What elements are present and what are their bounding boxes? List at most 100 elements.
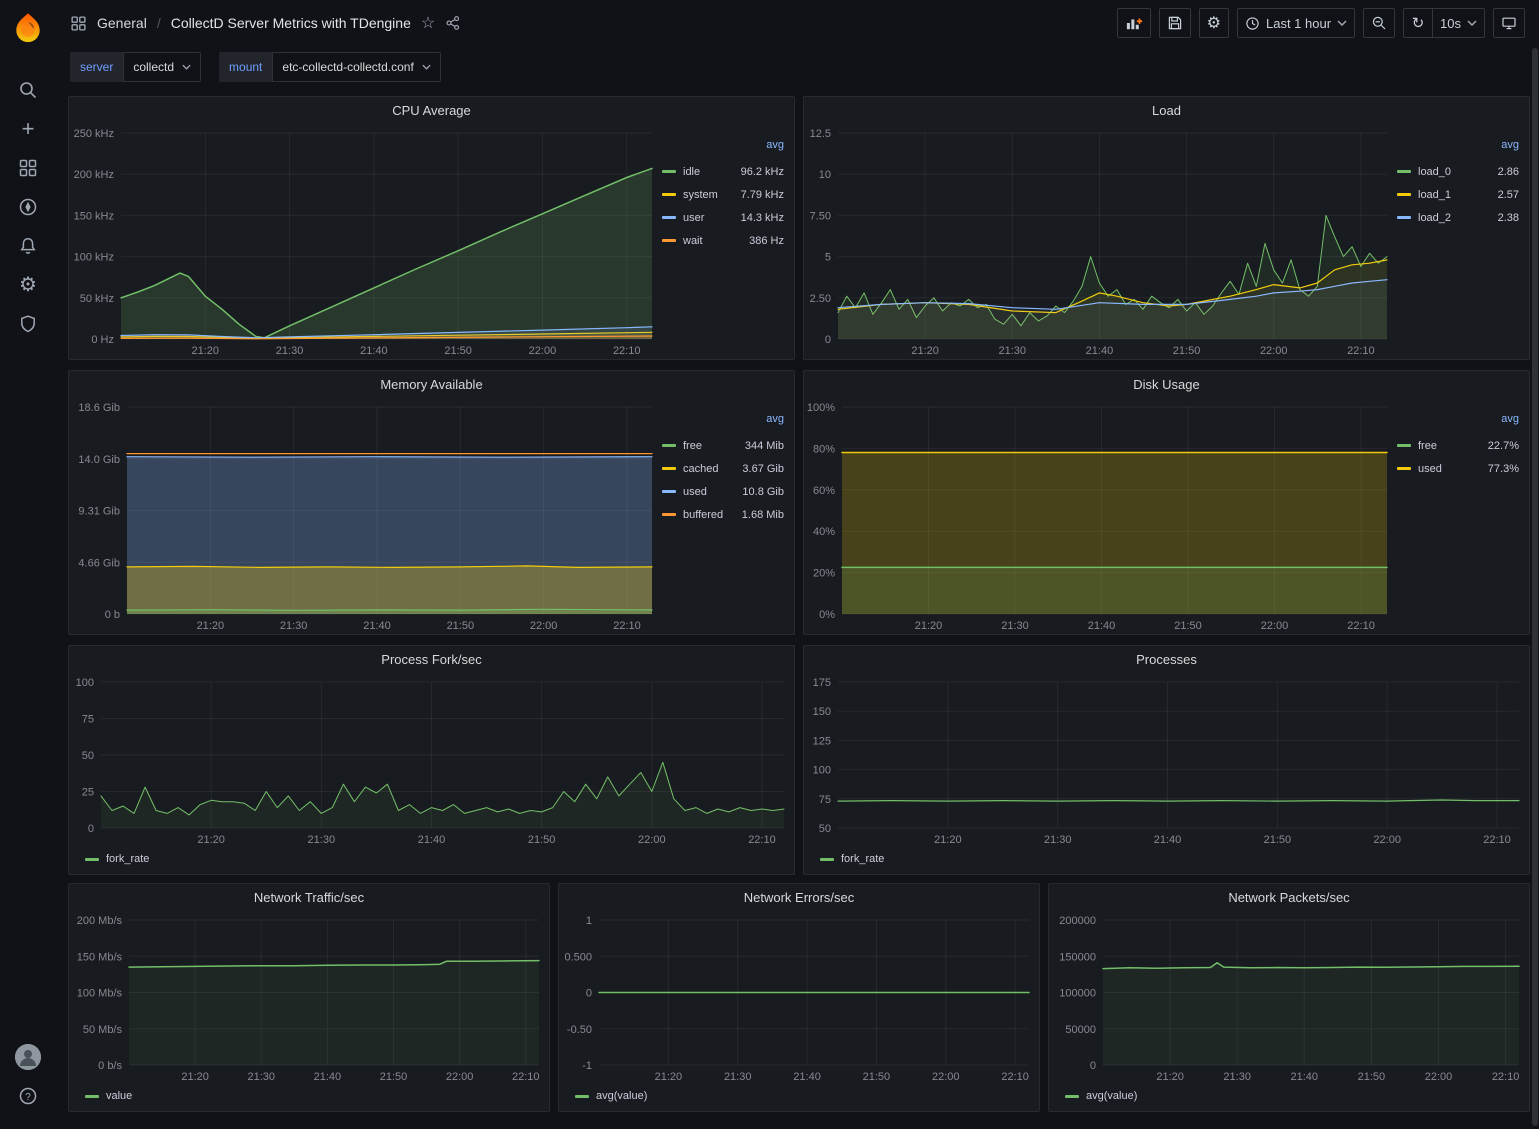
series-color-dash — [85, 1095, 99, 1098]
svg-text:22:10: 22:10 — [512, 1071, 540, 1083]
svg-text:200 kHz: 200 kHz — [74, 169, 114, 181]
svg-text:21:30: 21:30 — [1223, 1071, 1251, 1083]
legend-item-load_2[interactable]: load_22.38 — [1397, 206, 1519, 229]
create-plus-icon[interactable]: + — [6, 109, 50, 148]
series-avg-value: 7.79 kHz — [741, 189, 784, 201]
series-color-dash — [575, 1095, 589, 1098]
panel-title[interactable]: Network Traffic/sec — [69, 884, 549, 912]
panel-title[interactable]: Memory Available — [69, 371, 794, 399]
svg-text:50: 50 — [819, 823, 831, 835]
legend-item-avg-value-[interactable]: avg(value) — [1065, 1086, 1137, 1106]
legend-item-load_1[interactable]: load_12.57 — [1397, 183, 1519, 206]
disk-usage-chart: 21:2021:3021:4021:5022:0022:100%20%40%60… — [804, 399, 1397, 634]
series-color-dash — [662, 239, 676, 242]
legend-item-free[interactable]: free344 Mib — [662, 434, 784, 457]
legend-item-wait[interactable]: wait386 Hz — [662, 229, 784, 252]
server-admin-shield-icon[interactable] — [6, 304, 50, 343]
panel-disk-usage: Disk Usage 21:2021:3021:4021:5022:0022:1… — [803, 370, 1530, 635]
variable-mount-label[interactable]: mount — [219, 52, 272, 82]
chevron-down-icon — [1467, 20, 1477, 26]
help-icon[interactable]: ? — [6, 1076, 50, 1115]
time-range-picker[interactable]: Last 1 hour — [1237, 8, 1355, 38]
chevron-down-icon — [182, 64, 191, 70]
panel-title[interactable]: Network Packets/sec — [1049, 884, 1529, 912]
legend-item-value[interactable]: value — [85, 1086, 132, 1106]
share-dashboard-icon[interactable] — [445, 15, 461, 31]
svg-text:22:10: 22:10 — [1001, 1071, 1029, 1083]
panel-title[interactable]: Processes — [804, 646, 1529, 674]
svg-text:22:00: 22:00 — [446, 1071, 474, 1083]
refresh-button[interactable]: ↻ — [1403, 8, 1433, 38]
legend-item-system[interactable]: system7.79 kHz — [662, 183, 784, 206]
star-glyph: ☆ — [421, 13, 435, 33]
breadcrumb-separator: / — [157, 15, 161, 31]
scrollbar-thumb[interactable] — [1532, 48, 1538, 1126]
legend-item-free[interactable]: free22.7% — [1397, 434, 1519, 457]
svg-text:22:10: 22:10 — [613, 345, 641, 357]
legend-item-used[interactable]: used77.3% — [1397, 457, 1519, 480]
svg-text:18.6 Gib: 18.6 Gib — [78, 402, 120, 414]
variable-mount-value[interactable]: etc-collectd-collectd.conf — [272, 52, 440, 82]
svg-text:21:20: 21:20 — [197, 620, 225, 632]
load-chart: 21:2021:3021:4021:5022:0022:1002.5057.50… — [804, 125, 1397, 359]
legend-item-avg-value-[interactable]: avg(value) — [575, 1086, 647, 1106]
panel-network-errors: Network Errors/sec 21:2021:3021:4021:502… — [558, 883, 1040, 1112]
panel-title[interactable]: CPU Average — [69, 97, 794, 125]
series-color-dash — [820, 858, 834, 861]
series-color-dash — [662, 490, 676, 493]
zoom-out-button[interactable] — [1363, 8, 1395, 38]
panel-title[interactable]: Load — [804, 97, 1529, 125]
explore-compass-icon[interactable] — [6, 187, 50, 226]
svg-text:60%: 60% — [813, 485, 835, 497]
main-area: General / CollectD Server Metrics with T… — [56, 0, 1539, 1129]
variable-server-value[interactable]: collectd — [123, 52, 201, 82]
legend-item-user[interactable]: user14.3 kHz — [662, 206, 784, 229]
gear-glyph: ⚙ — [19, 275, 37, 295]
svg-text:5: 5 — [825, 252, 831, 264]
legend-item-used[interactable]: used10.8 Gib — [662, 480, 784, 503]
add-panel-button[interactable] — [1117, 8, 1151, 38]
svg-text:21:40: 21:40 — [418, 834, 446, 846]
svg-text:21:30: 21:30 — [280, 620, 308, 632]
legend-item-idle[interactable]: idle96.2 kHz — [662, 160, 784, 183]
panel-title[interactable]: Disk Usage — [804, 371, 1529, 399]
legend-item-fork_rate[interactable]: fork_rate — [820, 849, 884, 869]
configuration-gear-icon[interactable]: ⚙ — [6, 265, 50, 304]
svg-text:150 Mb/s: 150 Mb/s — [77, 951, 123, 963]
legend-item-cached[interactable]: cached3.67 Gib — [662, 457, 784, 480]
svg-text:10: 10 — [819, 169, 831, 181]
legend-avg-header: avg — [662, 413, 784, 434]
series-label: user — [683, 212, 704, 224]
panel-title[interactable]: Network Errors/sec — [559, 884, 1039, 912]
search-icon[interactable] — [6, 70, 50, 109]
panel-title[interactable]: Process Fork/sec — [69, 646, 794, 674]
series-avg-value: 344 Mib — [745, 440, 784, 452]
variable-server-label[interactable]: server — [70, 52, 123, 82]
svg-text:22:00: 22:00 — [529, 345, 557, 357]
legend-item-fork_rate[interactable]: fork_rate — [85, 849, 149, 869]
grafana-logo-icon[interactable] — [11, 10, 45, 46]
breadcrumb-folder[interactable]: General — [97, 15, 147, 31]
alerting-bell-icon[interactable] — [6, 226, 50, 265]
svg-text:21:20: 21:20 — [181, 1071, 209, 1083]
svg-text:21:40: 21:40 — [1086, 345, 1114, 357]
save-dashboard-button[interactable] — [1159, 8, 1191, 38]
svg-text:21:30: 21:30 — [276, 345, 304, 357]
star-dashboard-icon[interactable]: ☆ — [421, 13, 435, 33]
series-label: idle — [683, 166, 700, 178]
refresh-interval-picker[interactable]: 10s — [1433, 8, 1485, 38]
variable-server-selected: collectd — [133, 60, 174, 74]
network-packets-legend: avg(value) — [1049, 1085, 1529, 1111]
page-scrollbar[interactable] — [1532, 48, 1538, 1126]
panel-body: 21:2021:3021:4021:5022:0022:100 Hz50 kHz… — [69, 125, 794, 359]
cpu-average-chart: 21:2021:3021:4021:5022:0022:100 Hz50 kHz… — [69, 125, 662, 359]
dashboard-settings-button[interactable]: ⚙ — [1199, 8, 1229, 38]
cycle-view-mode-button[interactable] — [1493, 8, 1525, 38]
legend-item-load_0[interactable]: load_02.86 — [1397, 160, 1519, 183]
svg-text:21:50: 21:50 — [528, 834, 556, 846]
user-avatar[interactable] — [15, 1044, 41, 1070]
svg-text:22:00: 22:00 — [1373, 834, 1401, 846]
svg-text:21:40: 21:40 — [314, 1071, 342, 1083]
legend-item-buffered[interactable]: buffered1.68 Mib — [662, 503, 784, 526]
dashboards-icon[interactable] — [6, 148, 50, 187]
